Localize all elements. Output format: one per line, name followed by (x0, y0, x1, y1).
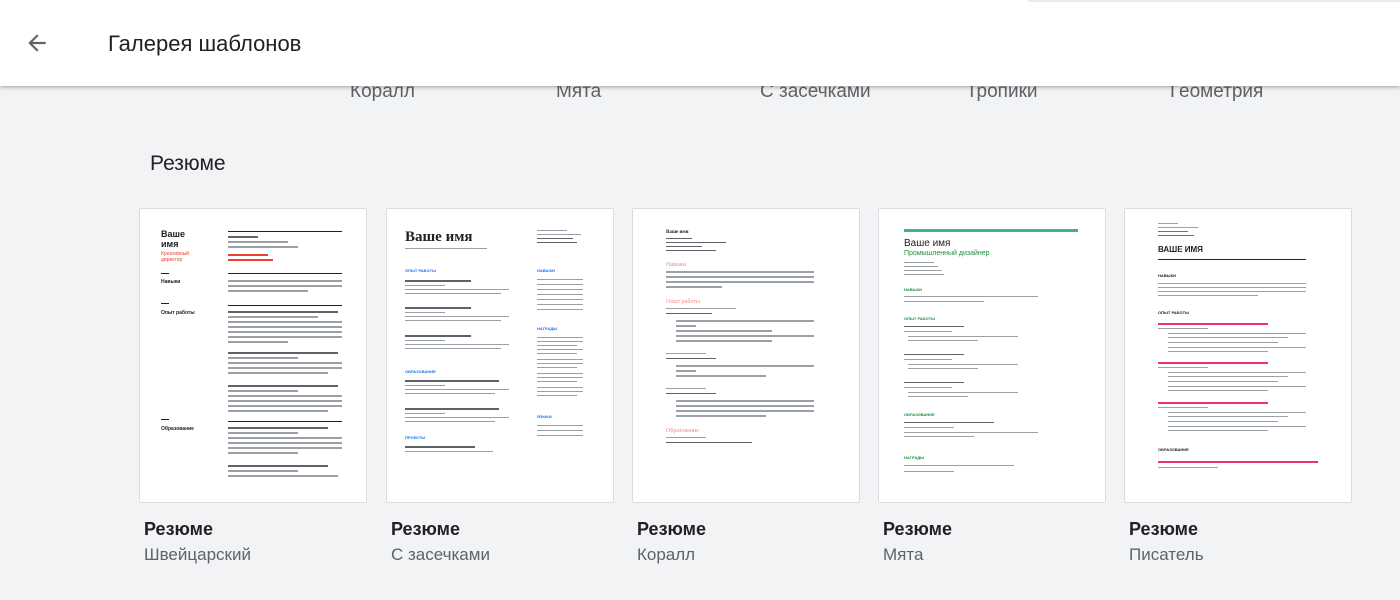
preview-section: Опыт работы (666, 299, 700, 305)
preview-role: Креативный директор (161, 251, 190, 263)
preview-section: Навыки (666, 262, 686, 268)
preview-section: ОБРАЗОВАНИЕ (904, 412, 935, 417)
preview-section: НАВЫКИ (904, 287, 922, 292)
template-thumbnail[interactable]: Ваше имя ОПЫТ РАБОТЫ ОБРАЗОВАНИЕ ПРОЕКТЫ… (386, 208, 614, 503)
preview-section: ОПЫТ РАБОТЫ (405, 268, 437, 273)
preview-section: ОПЫТ РАБОТЫ (1158, 310, 1190, 315)
preview-name: ВАШЕ ИМЯ (1158, 245, 1203, 254)
preview-section: НАГРАДЫ (904, 455, 925, 460)
preview-section: Опыт работы (161, 310, 195, 316)
preview-name: Ваше имя (405, 229, 473, 245)
template-thumbnail[interactable]: Ваше имя Навыки Опыт работы Образование (632, 208, 860, 503)
template-subtitle: С засечками (391, 545, 490, 564)
preview-section: Навыки (161, 279, 181, 285)
preview-section: ОПЫТ РАБОТЫ (904, 316, 936, 321)
template-card-swiss[interactable]: Ваше имя Креативный директор Навыки Опыт… (139, 208, 367, 566)
preview-section: Образование (666, 428, 699, 434)
search-strip (1028, 0, 1400, 2)
template-title: Резюме (144, 519, 213, 539)
template-title: Резюме (883, 519, 952, 539)
preview-name: Ваше имя (904, 238, 951, 249)
template-card-writer[interactable]: ВАШЕ ИМЯ НАВЫКИ ОПЫТ РАБОТЫ ОБРАЗОВАНИЕ … (1124, 208, 1352, 566)
preview-name: Ваше имя (161, 229, 186, 249)
template-thumbnail[interactable]: Ваше имя Креативный директор Навыки Опыт… (139, 208, 367, 503)
template-card-coral[interactable]: Ваше имя Навыки Опыт работы Образование … (632, 208, 860, 566)
template-subtitle: Писатель (1129, 545, 1204, 564)
preview-section: ПРОЕКТЫ (405, 435, 426, 440)
preview-section: Образование (161, 426, 194, 432)
template-title: Резюме (1129, 519, 1198, 539)
template-title: Резюме (637, 519, 706, 539)
preview-name: Ваше имя (666, 230, 689, 235)
preview-role: Промышленный дизайнер (904, 250, 990, 257)
template-card-mint[interactable]: Ваше имя Промышленный дизайнер НАВЫКИ ОП… (878, 208, 1106, 566)
back-button[interactable] (14, 23, 60, 63)
page-title: Галерея шаблонов (108, 31, 302, 56)
preview-section: НАВЫКИ (537, 268, 555, 273)
preview-section: ЯЗЫКИ (537, 414, 552, 419)
template-title: Резюме (391, 519, 460, 539)
template-subtitle: Мята (883, 545, 924, 564)
preview-section: ОБРАЗОВАНИЕ (405, 369, 436, 374)
preview-section: НАВЫКИ (1158, 273, 1176, 278)
template-card-serif[interactable]: Ваше имя ОПЫТ РАБОТЫ ОБРАЗОВАНИЕ ПРОЕКТЫ… (386, 208, 614, 566)
arrow-back-icon (28, 34, 46, 52)
top-app-bar: Галерея шаблонов (0, 0, 1400, 86)
template-subtitle: Швейцарский (144, 545, 251, 564)
template-thumbnail[interactable]: Ваше имя Промышленный дизайнер НАВЫКИ ОП… (878, 208, 1106, 503)
template-thumbnail[interactable]: ВАШЕ ИМЯ НАВЫКИ ОПЫТ РАБОТЫ ОБРАЗОВАНИЕ (1124, 208, 1352, 503)
preview-section: НАГРАДЫ (537, 326, 558, 331)
template-subtitle: Коралл (637, 545, 696, 564)
preview-section: ОБРАЗОВАНИЕ (1158, 447, 1189, 452)
section-title: Резюме (150, 152, 226, 175)
